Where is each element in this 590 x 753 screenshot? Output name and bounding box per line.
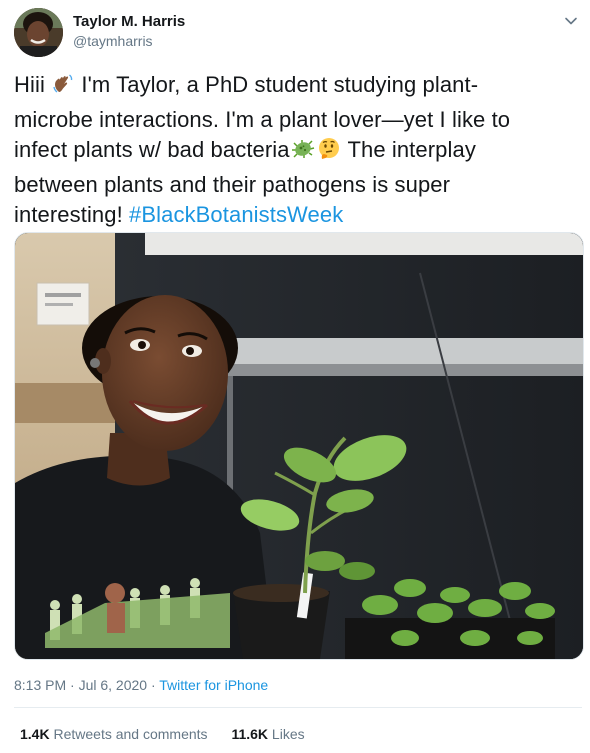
tweet-text-segment: Hiii <box>14 72 52 97</box>
tweet-line: between plants and their pathogens is su… <box>14 171 451 197</box>
thinking-face-icon <box>316 137 342 170</box>
tweet-line: Hiii I'm Taylor, a PhD student studying … <box>14 70 574 105</box>
source-link[interactable]: Twitter for iPhone <box>159 677 268 693</box>
divider <box>14 707 582 708</box>
likes-stat[interactable]: 11.6K Likes <box>231 726 304 742</box>
tweet-header: Taylor M. Harris @taymharris <box>14 8 580 60</box>
avatar[interactable] <box>14 8 63 57</box>
hashtag-link[interactable]: #BlackBotanistsWeek <box>129 202 343 227</box>
microbe-icon <box>290 137 316 170</box>
tweet-text-segment: infect plants w/ bad bacteria <box>14 137 290 162</box>
author-names: Taylor M. Harris @taymharris <box>73 13 185 51</box>
retweets-label: Retweets and comments <box>53 726 208 742</box>
retweets-stat[interactable]: 1.4K Retweets and comments <box>20 726 208 742</box>
tweet-text-segment: interesting! <box>14 202 130 227</box>
likes-count: 11.6K <box>231 726 269 742</box>
tweet-meta: 8:13 PM · Jul 6, 2020 · Twitter for iPho… <box>14 676 268 694</box>
tweet-text-segment: I'm Taylor, a PhD student studying plant… <box>75 72 479 97</box>
likes-label: Likes <box>271 726 305 742</box>
waving-hand-icon <box>51 72 75 105</box>
timestamp[interactable]: 8:13 PM · Jul 6, 2020 · <box>14 677 159 693</box>
retweets-count: 1.4K <box>20 726 50 742</box>
chevron-down-icon[interactable] <box>562 12 580 30</box>
display-name[interactable]: Taylor M. Harris <box>73 13 185 31</box>
handle[interactable]: @taymharris <box>73 31 185 51</box>
tweet-text-segment: The interplay <box>341 137 476 162</box>
tweet-line: microbe interactions. I'm a plant lover—… <box>14 106 511 132</box>
tweet-photo[interactable] <box>14 232 584 660</box>
tweet-line: interesting! #BlackBotanistsWeek <box>14 200 574 231</box>
tweet-line: infect plants w/ bad bacteria The interp… <box>14 135 574 170</box>
tweet-text: Hiii I'm Taylor, a PhD student studying … <box>14 70 574 231</box>
tweet-stats: 1.4K Retweets and comments 11.6K Likes <box>20 725 325 743</box>
